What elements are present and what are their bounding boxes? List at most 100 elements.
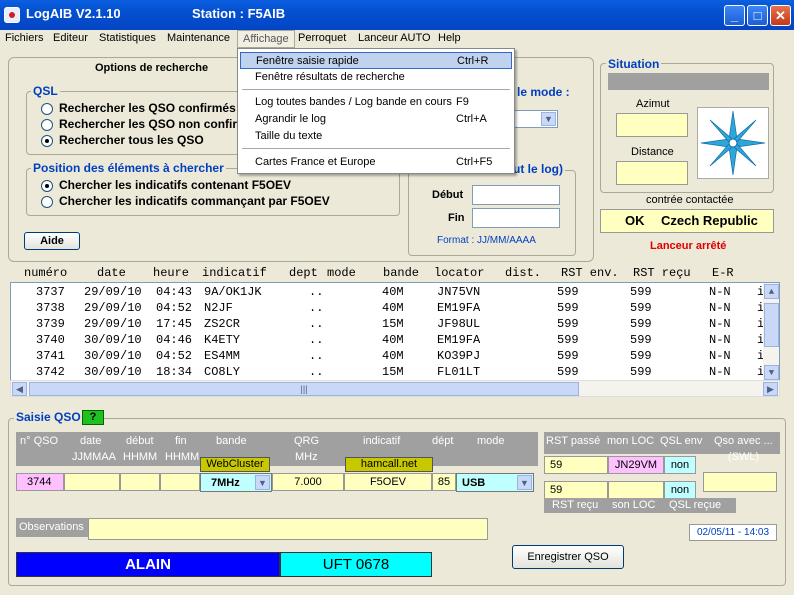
menu-maintenance[interactable]: Maintenance [162,30,235,48]
webcluster-button[interactable]: WebCluster [200,457,270,472]
azimut-label: Azimut [636,98,670,110]
col-rst-env[interactable]: RST env. [561,266,619,280]
observations-input[interactable] [88,518,488,540]
dept-input[interactable]: 85 [432,473,456,491]
vertical-scrollbar[interactable]: ▲ ▼ [763,283,779,381]
col-heure[interactable]: heure [153,266,189,280]
search-options-title: Options de recherche [95,62,209,74]
menu-separator [242,148,510,149]
scroll-up-icon[interactable]: ▲ [764,284,779,299]
mode-entry-select[interactable]: USB ▼ [456,473,534,492]
scroll-down-icon[interactable]: ▼ [764,365,779,380]
scroll-left-icon[interactable]: ◀ [12,382,27,396]
son-loc-input[interactable] [608,481,664,499]
menuitem-agrandir-log[interactable]: Agrandir le log Ctrl+A [240,111,512,128]
date-input[interactable] [64,473,120,491]
table-cell: 04:46 [156,333,193,347]
menu-perroquet[interactable]: Perroquet [293,30,351,48]
help-button[interactable]: Aide [24,232,80,250]
rst-recu-input[interactable]: 59 [544,481,608,499]
indicatif-input[interactable]: F5OEV [344,473,432,491]
debut-input[interactable] [472,185,560,205]
radio-qsl-confirmes[interactable] [41,103,53,115]
menuitem-saisie-rapide[interactable]: Fenêtre saisie rapide Ctrl+R [240,52,512,69]
menu-statistiques[interactable]: Statistiques [94,30,161,48]
table-cell: 29/09/10 [84,285,142,299]
table-cell: 599 [630,317,652,331]
menuitem-cartes[interactable]: Cartes France et Europe Ctrl+F5 [240,154,512,171]
col-date[interactable]: date [97,266,126,280]
menuitem-resultats-recherche[interactable]: Fenêtre résultats de recherche [240,69,512,86]
hdr-nqso: n° QSO [20,435,59,447]
fin-time-input[interactable] [160,473,200,491]
col-dist[interactable]: dist. [505,266,541,280]
radio-qsl-tous[interactable] [41,135,53,147]
horizontal-scrollbar[interactable]: ◀ ||| ▶ [10,380,780,397]
qsl-env-toggle[interactable]: non [664,456,696,474]
operator-name: ALAIN [16,552,280,577]
saisie-title: Saisie QSO [14,410,83,424]
debut-time-input[interactable] [120,473,160,491]
table-row[interactable]: 3737 29/09/10 04:43 9A/OK1JK.. 40M JN75VN 599 5… [11,284,764,300]
menuitem-log-bandes[interactable]: Log toutes bandes / Log bande en cours F9 [240,94,512,111]
table-row[interactable]: 3740 30/09/10 04:46 K4ETY.. 40M EM19FA 599 599 N… [11,332,764,348]
hdr-mode: mode [477,435,505,447]
col-rst-recu[interactable]: RST reçu [633,266,691,280]
radio-contenant[interactable] [41,180,53,192]
distance-value [616,161,688,185]
table-cell: .. [309,301,324,315]
table-cell: 17:45 [156,317,193,331]
nqso-input[interactable]: 3744 [16,473,64,491]
table-cell: N-N [709,365,731,379]
scroll-right-icon[interactable]: ▶ [763,382,778,396]
menu-affichage[interactable]: Affichage [237,30,295,48]
table-row[interactable]: 3742 30/09/10 18:34 CO8LY.. 15M FL01LT 599 599 N… [11,364,764,380]
radio-qsl-non-confirmes[interactable] [41,119,53,131]
menu-fichiers[interactable]: Fichiers [0,30,49,48]
table-cell: 29/09/10 [84,301,142,315]
menu-help[interactable]: Help [433,30,466,48]
close-button[interactable]: ✕ [770,5,791,26]
hamcall-button[interactable]: hamcall.net [345,457,433,472]
maximize-button[interactable]: □ [747,5,768,26]
scroll-thumb[interactable] [764,303,779,347]
table-cell: 599 [630,285,652,299]
table-cell: 599 [630,365,652,379]
minimize-button[interactable]: _ [724,5,745,26]
hdr-son-loc: son LOC [612,499,656,511]
col-locator[interactable]: locator [434,266,484,280]
help-qmark-button[interactable]: ? [82,410,104,425]
table-row[interactable]: 3741 30/09/10 04:52 ES4MM.. 40M KO39PJ 599 599 N… [11,348,764,364]
col-numero[interactable]: numéro [24,266,67,280]
menuitem-taille-texte[interactable]: Taille du texte [240,128,512,145]
col-indicatif[interactable]: indicatif [202,266,267,280]
table-row[interactable]: 3739 29/09/10 17:45 ZS2CR.. 15M JF98UL 599 599 N… [11,316,764,332]
qrg-input[interactable]: 7.000 [272,473,344,491]
hscroll-thumb[interactable]: ||| [29,382,579,396]
col-bande[interactable]: bande [383,266,419,280]
table-cell: KO39PJ [437,349,481,363]
table-cell: N-N [709,349,731,363]
col-er[interactable]: E-R [712,266,734,280]
qso-avec-input[interactable] [703,472,777,492]
table-cell: EM19FA [437,333,481,347]
chevron-down-icon: ▼ [255,475,270,490]
col-mode[interactable]: mode [327,266,356,280]
bande-select[interactable]: 7MHz ▼ [200,473,272,492]
hdr-mon-loc: mon LOC [607,435,655,447]
hdr-fin-fmt: HHMM [165,451,200,463]
col-dept[interactable]: dept [289,266,318,280]
table-cell: 15M [382,317,404,331]
qsl-recue-toggle[interactable]: non [664,481,696,499]
table-cell: 599 [557,301,579,315]
menu-editeur[interactable]: Editeur [48,30,93,48]
table-cell: N2JF [204,301,233,315]
radio-commencant[interactable] [41,196,53,208]
table-row[interactable]: 3738 29/09/10 04:52 N2JF.. 40M EM19FA 599 599 N-… [11,300,764,316]
fin-input[interactable] [472,208,560,228]
save-qso-button[interactable]: Enregistrer QSO [512,545,624,569]
mon-loc-input[interactable]: JN29VM [608,456,664,474]
menu-lanceur-auto[interactable]: Lanceur AUTO [353,30,436,48]
rst-passe-input[interactable]: 59 [544,456,608,474]
qso-table[interactable]: 3737 29/09/10 04:43 9A/OK1JK.. 40M JN75VN 599 5… [10,282,780,382]
